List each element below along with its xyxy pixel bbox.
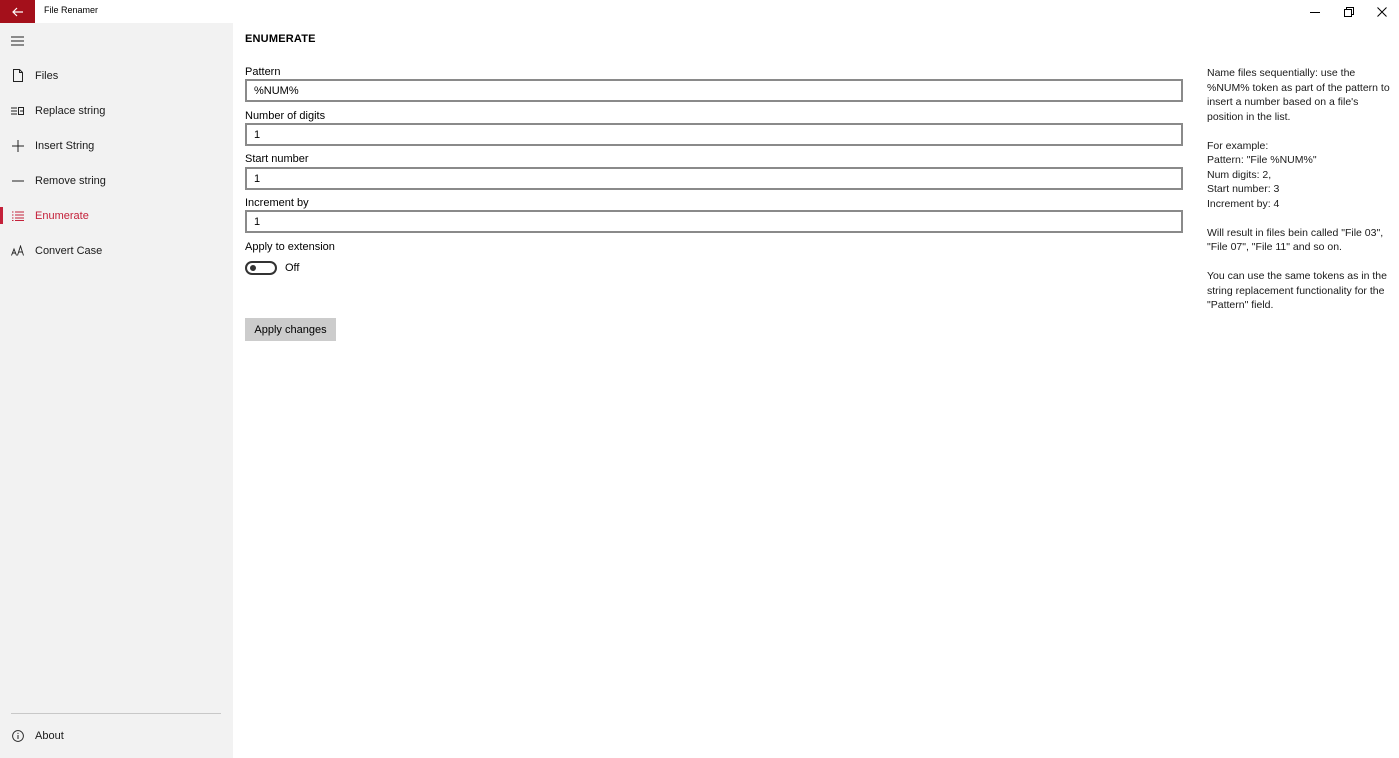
restore-button[interactable] xyxy=(1332,0,1366,23)
help-example: For example: Pattern: "File %NUM%" Num d… xyxy=(1207,139,1393,212)
sidebar-item-label: Enumerate xyxy=(35,209,89,222)
apply-changes-button[interactable]: Apply changes xyxy=(245,318,336,341)
minimize-button[interactable] xyxy=(1298,0,1332,23)
toggle-state-label: Off xyxy=(285,262,300,274)
sidebar-item-enumerate[interactable]: Enumerate xyxy=(0,198,233,233)
increment-label: Increment by xyxy=(245,197,309,209)
start-number-label: Start number xyxy=(245,153,309,165)
sidebar-item-files[interactable]: Files xyxy=(0,58,233,93)
help-example-heading: For example: xyxy=(1207,139,1269,152)
toggle-knob xyxy=(250,265,256,271)
page-title: ENUMERATE xyxy=(245,33,316,45)
sidebar-item-label: Replace string xyxy=(35,104,106,117)
info-icon xyxy=(0,718,35,753)
start-number-input[interactable] xyxy=(245,167,1183,190)
hamburger-button[interactable] xyxy=(0,23,35,58)
sidebar-item-label: About xyxy=(35,729,64,742)
sidebar-item-insert-string[interactable]: Insert String xyxy=(0,128,233,163)
sidebar-item-replace-string[interactable]: Replace string xyxy=(0,93,233,128)
help-result: Will result in files bein called "File 0… xyxy=(1207,226,1384,254)
close-button[interactable] xyxy=(1365,0,1399,23)
app-title: File Renamer xyxy=(44,5,99,15)
sidebar-item-convert-case[interactable]: Convert Case xyxy=(0,233,233,268)
apply-extension-toggle[interactable] xyxy=(245,261,277,275)
font-case-icon xyxy=(0,233,35,268)
list-icon xyxy=(0,198,35,233)
close-icon xyxy=(1377,6,1387,17)
sidebar-divider xyxy=(11,713,221,714)
hamburger-icon xyxy=(11,35,24,46)
file-icon xyxy=(0,58,35,93)
sidebar-item-label: Files xyxy=(35,69,59,82)
sidebar-item-remove-string[interactable]: Remove string xyxy=(0,163,233,198)
pattern-input[interactable] xyxy=(245,79,1183,102)
pattern-label: Pattern xyxy=(245,66,281,78)
plus-icon xyxy=(0,128,35,163)
help-example-line: Start number: 3 xyxy=(1207,183,1280,195)
digits-input[interactable] xyxy=(245,123,1183,146)
sidebar-item-label: Insert String xyxy=(35,139,95,152)
replace-icon xyxy=(0,93,35,128)
digits-label: Number of digits xyxy=(245,110,326,122)
sidebar-item-label: Remove string xyxy=(35,174,106,187)
apply-extension-label: Apply to extension xyxy=(245,241,335,253)
back-button[interactable] xyxy=(0,0,35,23)
minus-icon xyxy=(0,163,35,198)
help-example-line: Increment by: 4 xyxy=(1207,197,1280,210)
title-bar: File Renamer xyxy=(0,0,1399,23)
help-example-line: Num digits: 2, xyxy=(1207,168,1272,181)
help-example-line: Pattern: "File %NUM%" xyxy=(1207,154,1317,166)
help-intro: Name files sequentially: use the %NUM% t… xyxy=(1207,67,1390,123)
back-arrow-icon xyxy=(11,7,23,16)
sidebar: Files Replace string Insert String Remov… xyxy=(0,23,233,758)
restore-icon xyxy=(1344,6,1354,17)
help-panel: Name files sequentially: use the %NUM% t… xyxy=(1207,66,1393,327)
sidebar-item-label: Convert Case xyxy=(35,244,103,257)
minimize-icon xyxy=(1310,11,1320,13)
increment-input[interactable] xyxy=(245,210,1183,233)
help-note: You can use the same tokens as in the st… xyxy=(1207,270,1387,311)
sidebar-item-about[interactable]: About xyxy=(0,718,233,753)
